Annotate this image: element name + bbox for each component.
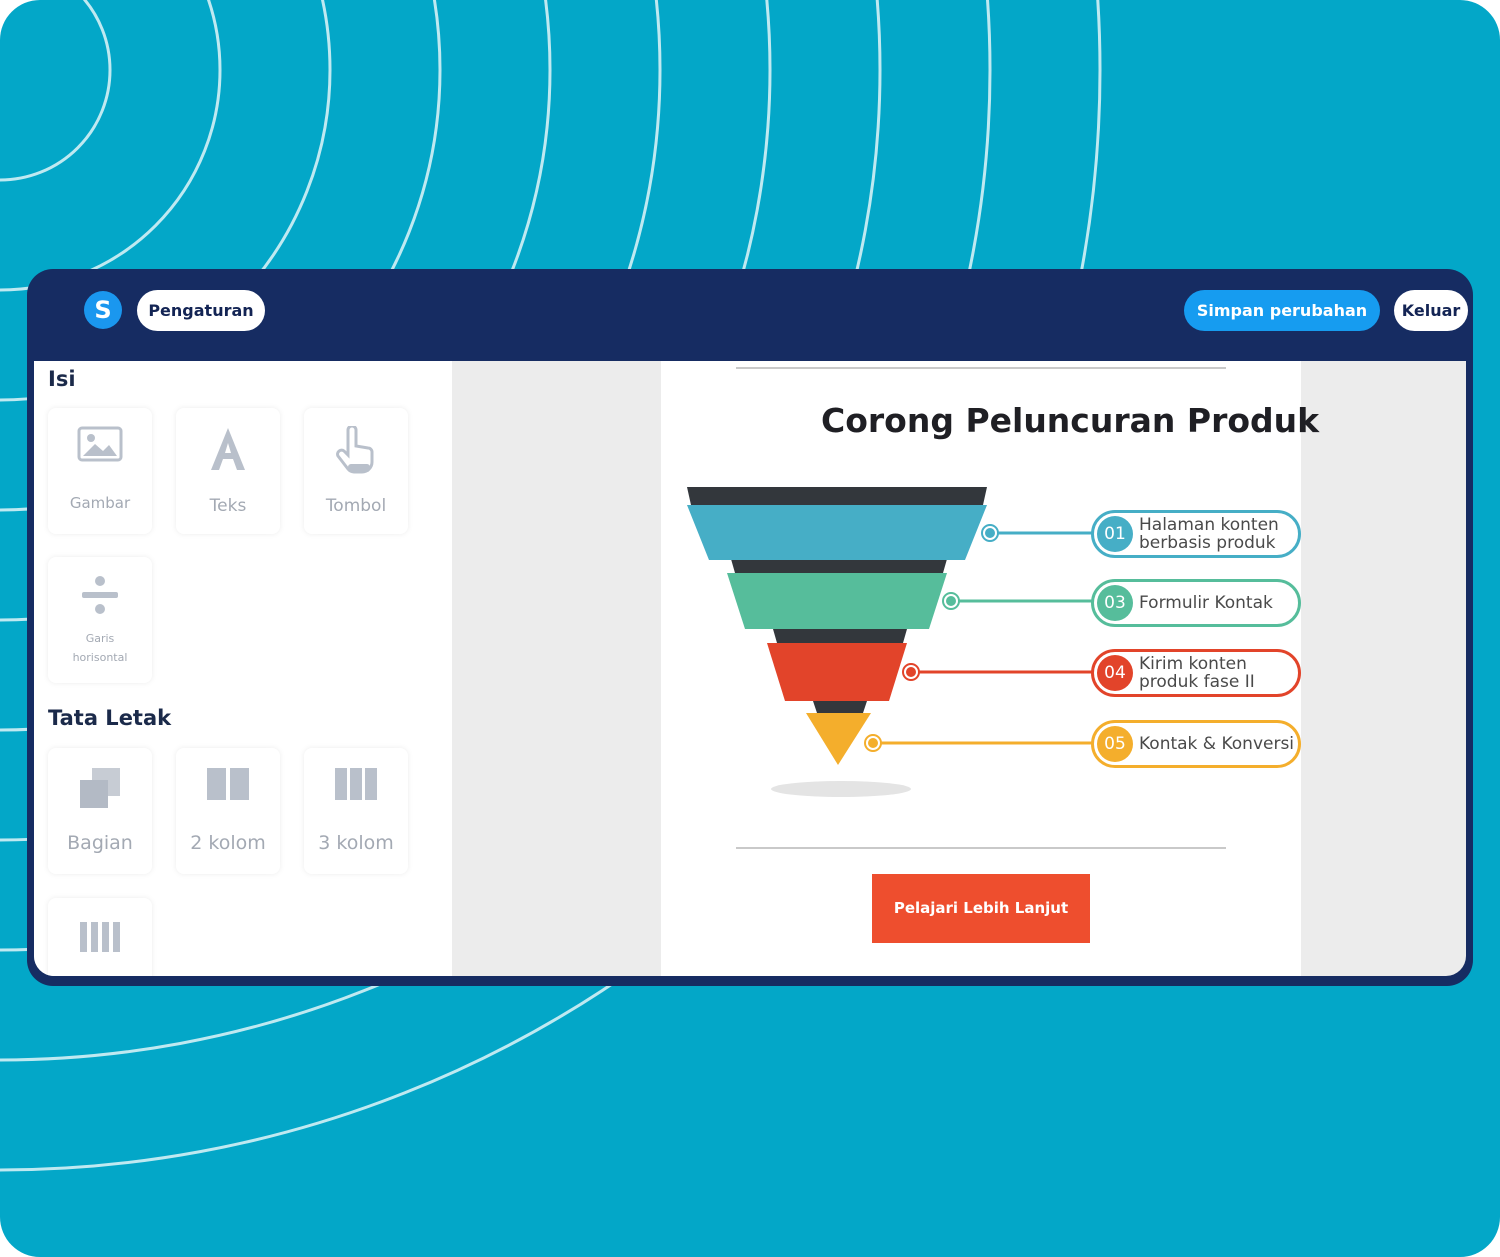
section-icon (48, 766, 152, 814)
editor-content: Isi Gambar Teks Tombol Garis horisontal … (34, 361, 1466, 976)
app-logo[interactable]: S (84, 291, 122, 329)
funnel-stage-4: 05 Kontak & Konversi (1091, 720, 1301, 768)
funnel-stage-3: 04 Kirim konten produk fase II (1091, 649, 1301, 697)
element-horizontal-rule-label: Garis horisontal (72, 632, 128, 664)
layout-section-label: Bagian (67, 832, 133, 854)
element-image-label: Gambar (69, 494, 131, 512)
layout-three-columns-label: 3 kolom (318, 832, 394, 854)
top-bar: S Pengaturan Simpan perubahan Keluar (27, 269, 1473, 361)
four-columns-icon (48, 920, 152, 958)
funnel-stage-1: 01 Halaman konten berbasis produk (1091, 510, 1301, 558)
layout-four-columns[interactable] (48, 898, 152, 976)
content-heading: Isi (48, 367, 76, 391)
stage-number: 03 (1097, 585, 1133, 621)
funnel-graphic[interactable]: 01 Halaman konten berbasis produk 03 For… (681, 473, 1301, 817)
element-text[interactable]: Teks (176, 408, 280, 534)
element-button-label: Tombol (325, 496, 387, 516)
layout-two-columns-label: 2 kolom (190, 832, 266, 854)
page-canvas[interactable]: Corong Peluncuran Produk 01 Halaman kont… (661, 361, 1319, 976)
elements-sidebar: Isi Gambar Teks Tombol Garis horisontal … (34, 361, 452, 976)
funnel-stage-2: 03 Formulir Kontak (1091, 579, 1301, 627)
save-changes-button[interactable]: Simpan perubahan (1184, 290, 1380, 331)
page-title[interactable]: Corong Peluncuran Produk (821, 401, 1341, 440)
stage-label: Kirim konten produk fase II (1139, 654, 1255, 692)
top-divider (736, 367, 1226, 369)
text-icon (176, 426, 280, 476)
stage-label: Halaman konten berbasis produk (1139, 515, 1279, 553)
stage-number: 01 (1097, 516, 1133, 552)
three-columns-icon (304, 766, 408, 806)
element-text-label: Teks (209, 496, 247, 516)
pointer-hand-icon (304, 424, 408, 478)
layout-three-columns[interactable]: 3 kolom (304, 748, 408, 874)
layout-section[interactable]: Bagian (48, 748, 152, 874)
stage-number: 04 (1097, 655, 1133, 691)
stage-number: 05 (1097, 726, 1133, 762)
stage-label: Formulir Kontak (1139, 593, 1273, 613)
image-icon (48, 426, 152, 466)
exit-button[interactable]: Keluar (1394, 290, 1468, 331)
settings-button[interactable]: Pengaturan (137, 290, 265, 331)
element-horizontal-rule[interactable]: Garis horisontal (48, 557, 152, 683)
editor-window: S Pengaturan Simpan perubahan Keluar Isi… (27, 269, 1473, 986)
stage-label: Kontak & Konversi (1139, 734, 1295, 754)
element-button[interactable]: Tombol (304, 408, 408, 534)
learn-more-button[interactable]: Pelajari Lebih Lanjut (872, 874, 1090, 943)
layout-two-columns[interactable]: 2 kolom (176, 748, 280, 874)
divide-icon (48, 575, 152, 619)
element-image[interactable]: Gambar (48, 408, 152, 534)
two-columns-icon (176, 766, 280, 806)
layout-heading: Tata Letak (48, 706, 172, 730)
bottom-divider (736, 847, 1226, 849)
